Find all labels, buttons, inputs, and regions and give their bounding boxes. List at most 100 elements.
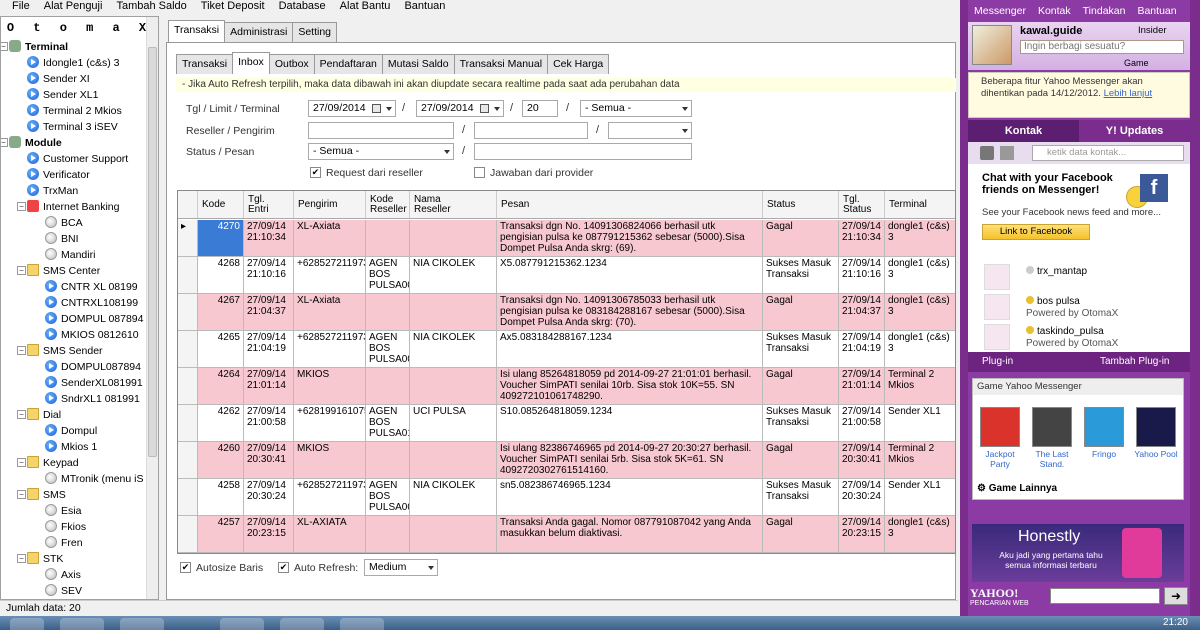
column-header[interactable]: Terminal xyxy=(885,191,955,218)
table-row[interactable]: 4257 27/09/14 20:23:15 XL-AXIATA Transaksi … xyxy=(178,516,955,553)
table-row[interactable]: 27/09/14 AGEN 27/09/14 xyxy=(178,553,956,554)
expand-toggle[interactable]: − xyxy=(17,202,26,211)
subtab-5[interactable]: Transaksi Manual xyxy=(453,54,549,74)
tree-node[interactable]: − SMS xyxy=(17,487,66,503)
tree-node[interactable]: BNI xyxy=(45,231,79,247)
subtab-3[interactable]: Pendaftaran xyxy=(313,54,383,74)
tree-node[interactable]: SEV xyxy=(45,583,82,599)
tab-administrasi[interactable]: Administrasi xyxy=(224,22,294,42)
column-header[interactable]: Pengirim xyxy=(294,191,366,218)
tree-node[interactable]: − Module xyxy=(1,135,62,151)
date-to-input[interactable]: 27/09/2014 xyxy=(416,100,504,117)
subtab-4[interactable]: Mutasi Saldo xyxy=(381,54,455,74)
ad-banner[interactable]: Honestly Aku jadi yang pertama tahu semu… xyxy=(972,524,1184,582)
tree-node[interactable]: Axis xyxy=(45,567,81,583)
subtab-1[interactable]: Inbox xyxy=(232,52,270,74)
contact-item[interactable]: taskindo_pulsa Powered by OtomaX xyxy=(1026,326,1118,350)
more-games-link[interactable]: ⚙ Game Lainnya xyxy=(977,483,1057,494)
column-header[interactable]: Tgl. Entri xyxy=(244,191,294,218)
ym-menu-item[interactable]: Tindakan xyxy=(1077,0,1132,22)
menu-item-3[interactable]: Tiket Deposit xyxy=(194,0,272,16)
column-header[interactable]: Kode xyxy=(198,191,244,218)
table-row[interactable]: 4265 27/09/14 21:04:19 +628527211973 AGEN B… xyxy=(178,331,955,368)
tree-node[interactable]: TrxMan xyxy=(27,183,78,199)
tab-kontak[interactable]: Kontak xyxy=(968,120,1079,142)
menu-item-4[interactable]: Database xyxy=(272,0,333,16)
subtab-0[interactable]: Transaksi xyxy=(176,54,234,74)
plugin-toggle[interactable]: Plug-in xyxy=(982,352,1013,372)
expand-toggle[interactable]: − xyxy=(17,410,26,419)
expand-toggle[interactable]: − xyxy=(17,490,26,499)
expand-toggle[interactable]: − xyxy=(17,554,26,563)
contact-item[interactable]: bos pulsa Powered by OtomaX xyxy=(1026,296,1118,320)
tree-node[interactable]: DOMPUL087894 xyxy=(45,359,141,375)
tree-node[interactable]: Sender XL1 xyxy=(27,87,98,103)
tree-node[interactable]: − SMS Center xyxy=(17,263,100,279)
expand-toggle[interactable]: − xyxy=(17,266,26,275)
game-item[interactable]: Yahoo Pool xyxy=(1133,407,1179,459)
link-facebook-button[interactable]: Link to Facebook xyxy=(982,224,1090,240)
ym-status-input[interactable]: Ingin berbagi sesuatu? xyxy=(1020,40,1184,54)
tree-node[interactable]: DOMPUL 087894 xyxy=(45,311,144,327)
limit-input[interactable]: 20 xyxy=(522,100,558,117)
tree-scrollbar[interactable] xyxy=(146,17,158,599)
expand-toggle[interactable]: − xyxy=(1,42,8,51)
game-item[interactable]: Fringo xyxy=(1081,407,1127,459)
calendar-icon[interactable] xyxy=(480,104,489,113)
expand-toggle[interactable]: − xyxy=(17,346,26,355)
menu-item-1[interactable]: Alat Penguji xyxy=(37,0,110,16)
contact-item[interactable]: trx_mantap xyxy=(1026,266,1087,278)
tree-node[interactable]: Sender XI xyxy=(27,71,90,87)
column-header[interactable]: Status xyxy=(763,191,839,218)
tree-node[interactable]: Fren xyxy=(45,535,83,551)
menu-item-0[interactable]: File xyxy=(0,0,37,16)
tree-node[interactable]: Terminal 3 iSEV xyxy=(27,119,118,135)
tree-node[interactable]: − STK xyxy=(17,551,63,567)
status-select[interactable]: - Semua - xyxy=(308,143,454,160)
tree-node[interactable]: Esia xyxy=(45,503,81,519)
reseller-input[interactable] xyxy=(308,122,454,139)
autorefresh-checkbox[interactable]: ✔ xyxy=(278,562,289,573)
calendar-icon[interactable] xyxy=(372,104,381,113)
ym-insider[interactable]: Insider xyxy=(1138,25,1167,36)
tree-node[interactable]: MKIOS 0812610 xyxy=(45,327,139,343)
grid-view-icon[interactable] xyxy=(1000,146,1014,160)
table-row[interactable]: 4260 27/09/14 20:30:41 MKIOS Isi ulang 8238… xyxy=(178,442,955,479)
tree-node[interactable]: Fkios xyxy=(45,519,86,535)
menu-item-2[interactable]: Tambah Saldo xyxy=(109,0,193,16)
tab-setting[interactable]: Setting xyxy=(292,22,338,42)
column-header[interactable]: Kode Reseller xyxy=(366,191,410,218)
column-header[interactable] xyxy=(178,191,198,218)
pesan-input[interactable] xyxy=(474,143,692,160)
tree-node[interactable]: − Keypad xyxy=(17,455,79,471)
table-row[interactable]: 4264 27/09/14 21:01:14 MKIOS Isi ulang 8526… xyxy=(178,368,955,405)
pengirim-input[interactable] xyxy=(474,122,588,139)
tree-node[interactable]: MTronik (menu iS xyxy=(45,471,143,487)
tree-node[interactable]: Terminal 2 Mkios xyxy=(27,103,122,119)
contact-search-input[interactable]: ketik data kontak... xyxy=(1032,145,1184,161)
table-row[interactable]: 4262 27/09/14 21:00:58 +628199161075 AGEN B… xyxy=(178,405,955,442)
expand-toggle[interactable]: − xyxy=(1,138,8,147)
tree-node[interactable]: Mkios 1 xyxy=(45,439,97,455)
ym-menu-item[interactable]: Bantuan xyxy=(1131,0,1182,22)
ym-menu-item[interactable]: Messenger xyxy=(968,0,1032,22)
tree-node[interactable]: Verificator xyxy=(27,167,90,183)
add-contact-icon[interactable] xyxy=(980,146,994,160)
tree-node[interactable]: BCA xyxy=(45,215,83,231)
pengirim-select[interactable] xyxy=(608,122,692,139)
column-header[interactable]: Tgl. Status xyxy=(839,191,885,218)
table-row[interactable]: 4267 27/09/14 21:04:37 XL-Axiata Transaksi … xyxy=(178,294,955,331)
expand-toggle[interactable]: − xyxy=(17,458,26,467)
tree-node[interactable]: SenderXL081991 xyxy=(45,375,143,391)
table-row[interactable]: 4268 27/09/14 21:10:16 +628527211973 AGEN B… xyxy=(178,257,955,294)
autosize-checkbox[interactable]: ✔ xyxy=(180,562,191,573)
tree-node[interactable]: − SMS Sender xyxy=(17,343,103,359)
subtab-6[interactable]: Cek Harga xyxy=(547,54,610,74)
tree-node[interactable]: Customer Support xyxy=(27,151,128,167)
game-item[interactable]: The Last Stand. xyxy=(1029,407,1075,469)
refresh-speed-select[interactable]: Medium xyxy=(364,559,438,576)
subtab-2[interactable]: Outbox xyxy=(268,54,315,74)
notice-more-link[interactable]: Lebih lanjut xyxy=(1104,88,1153,99)
column-header[interactable]: Pesan xyxy=(497,191,763,218)
tree-node[interactable]: Mandiri xyxy=(45,247,95,263)
